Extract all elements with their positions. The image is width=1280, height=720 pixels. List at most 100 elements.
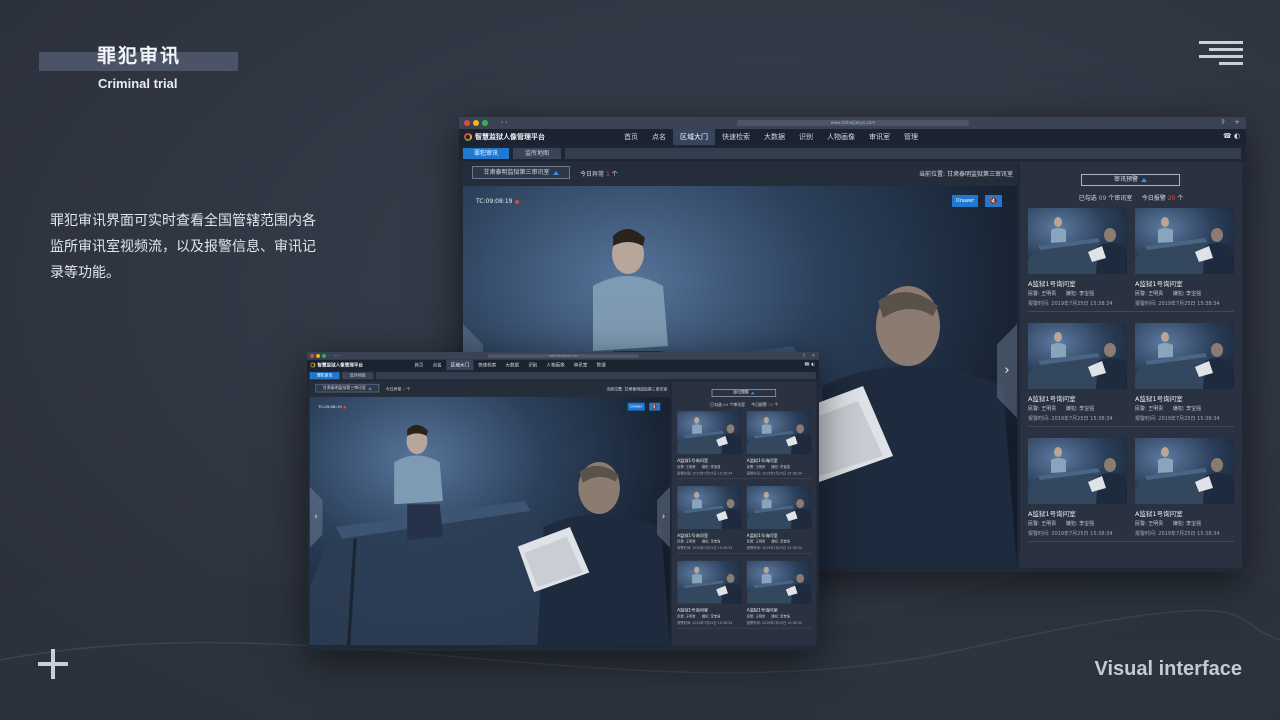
maximize-dot-icon[interactable]: [321, 353, 326, 358]
police-name: 王明贵: [1041, 521, 1057, 527]
timecode-text: TC:09:08:19: [476, 198, 513, 205]
camera-thumbnail[interactable]: [746, 560, 812, 604]
police-label: 民警:: [746, 540, 755, 544]
abnormal-label: 今日异常: [385, 387, 402, 392]
minimize-dot-icon[interactable]: [473, 120, 479, 126]
nav-item-active[interactable]: 区域大门: [673, 129, 715, 145]
camera-thumbnail[interactable]: [1028, 438, 1127, 504]
new-tab-icon[interactable]: +: [811, 353, 815, 358]
alarm-card[interactable]: A监狱1号询问室 民警: 王明贵 嫌犯: 李宝强 报警时间: 2019年7月25日 …: [746, 411, 812, 481]
camera-thumbnail[interactable]: [677, 486, 742, 529]
nav-item[interactable]: 快速检索: [474, 360, 501, 370]
alarm-card[interactable]: A监狱1号询问室 民警: 王明贵 嫌犯: 李宝强 报警时间: 2019年7月25日 …: [677, 486, 812, 556]
nav-item[interactable]: 点名: [428, 360, 446, 370]
user-avatar-icon[interactable]: ☎ ◐: [1223, 132, 1240, 140]
video-stream[interactable]: TC:09:08:19 Drawer 🔇 ‹ ›: [309, 396, 671, 646]
share-icon[interactable]: ⇪: [802, 353, 806, 358]
alarm-card[interactable]: A监狱1号询问室 民警: 王明贵 嫌犯: 李宝强 报警时间: 2019年7月25日 …: [1135, 208, 1234, 316]
minimize-dot-icon[interactable]: [316, 353, 321, 358]
browser-nav-arrows-icon[interactable]: ‹ ›: [334, 353, 343, 358]
room-select[interactable]: 甘肃泰明监狱第三审讯室: [472, 166, 570, 179]
criminal-name: 李宝强: [1186, 291, 1202, 297]
alarm-dropdown-button[interactable]: 审讯预警: [1081, 174, 1180, 186]
nav-item[interactable]: 首页: [617, 129, 645, 145]
nav-item[interactable]: 管理: [897, 129, 925, 145]
nav-item[interactable]: 识别: [792, 129, 820, 145]
camera-thumbnail[interactable]: [1135, 438, 1234, 504]
nav-item[interactable]: 人物画像: [542, 360, 569, 370]
drawer-button[interactable]: Drawer: [627, 402, 645, 411]
tab-prison-map[interactable]: 监所地图: [513, 148, 561, 159]
nav-item-active[interactable]: 区域大门: [446, 359, 474, 371]
camera-thumbnail[interactable]: [1028, 208, 1127, 274]
camera-thumbnail[interactable]: [746, 411, 812, 455]
alarm-time-label: 报警时间:: [677, 546, 692, 551]
alarm-card[interactable]: A监狱1号询问室 民警: 王明贵 嫌犯: 李宝强 报警时间: 2019年7月25日 …: [746, 486, 812, 556]
maximize-dot-icon[interactable]: [482, 120, 488, 126]
nav-item[interactable]: 点名: [645, 129, 673, 145]
alarm-card[interactable]: A监狱1号询问室 民警: 王明贵 嫌犯: 李宝强 报警时间: 2019年7月25日 …: [677, 411, 812, 481]
card-title: A监狱1号询问室: [1028, 395, 1076, 403]
new-tab-icon[interactable]: +: [1234, 118, 1240, 126]
camera-thumbnail[interactable]: [1028, 323, 1127, 389]
camera-thumbnail[interactable]: [1135, 208, 1234, 274]
police-label: 民警:: [1135, 291, 1147, 297]
camera-thumbnail[interactable]: [677, 411, 742, 455]
share-icon[interactable]: ⇪: [1220, 118, 1226, 126]
tab-bar-fill: [565, 148, 1241, 159]
alarm-dropdown-button[interactable]: 审讯预警: [711, 389, 777, 397]
selected-unit: 个审讯室: [1108, 195, 1133, 202]
nav-item[interactable]: 大数据: [501, 360, 524, 370]
tab-criminal-trial[interactable]: 罪犯审讯: [463, 148, 509, 159]
police-name: 王明贵: [1148, 291, 1164, 297]
drawer-button[interactable]: Drawer: [952, 195, 978, 207]
criminal-label: 嫌犯:: [1065, 291, 1078, 297]
url-bar[interactable]: www.zhihuijianyu.com: [737, 120, 969, 126]
alarm-card[interactable]: A监狱1号询问室 民警: 王明贵 嫌犯: 李宝强 报警时间: 2019年7月25日 …: [1135, 438, 1234, 546]
tab-criminal-trial[interactable]: 罪犯审讯: [309, 372, 340, 380]
camera-thumbnail[interactable]: [677, 560, 742, 604]
today-unit: 个: [774, 402, 779, 408]
nav-item[interactable]: 管理: [592, 360, 610, 370]
slide-subtitle: Criminal trial: [98, 76, 178, 91]
alarm-card[interactable]: A监狱1号询问室 民警: 王明贵 嫌犯: 李宝强 报警时间: 2019年7月25日 …: [1135, 323, 1234, 431]
camera-thumbnail[interactable]: [1135, 323, 1234, 389]
camera-thumbnail[interactable]: [746, 486, 812, 529]
card-people: 民警: 王明贵 嫌犯: 李宝强: [1135, 290, 1201, 297]
nav-item[interactable]: 首页: [410, 360, 428, 370]
nav-item[interactable]: 大数据: [757, 129, 792, 145]
alarm-card[interactable]: A监狱1号询问室 民警: 王明贵 嫌犯: 李宝强 报警时间: 2019年7月25日 …: [1028, 438, 1234, 546]
nav-item[interactable]: 审讯室: [569, 360, 592, 370]
speaker-mute-icon[interactable]: 🔇: [649, 402, 661, 411]
nav-item[interactable]: 人物画像: [820, 129, 862, 145]
room-select[interactable]: 甘肃泰明监狱第三审讯室: [315, 383, 380, 393]
card-people: 民警: 王明贵 嫌犯: 李宝强: [677, 465, 720, 469]
card-people: 民警: 王明贵 嫌犯: 李宝强: [747, 465, 790, 469]
nav-item[interactable]: 审讯室: [862, 129, 897, 145]
alarm-card[interactable]: A监狱1号询问室 民警: 王明贵 嫌犯: 李宝强 报警时间: 2019年7月25日 …: [1028, 208, 1234, 316]
url-bar[interactable]: www.zhihuijianyu.com: [487, 353, 639, 358]
nav-item[interactable]: 快速检索: [715, 129, 757, 145]
user-avatar-icon[interactable]: ☎ ◐: [804, 362, 815, 367]
tab-prison-map[interactable]: 监所地图: [342, 372, 374, 380]
slide-title: 罪犯审讯: [97, 45, 182, 67]
menu-icon[interactable]: [1199, 41, 1243, 65]
card-time: 报警时间: 2019年7月25日 15:38:34: [677, 621, 732, 625]
alarm-card[interactable]: A监狱1号询问室 民警: 王明贵 嫌犯: 李宝强 报警时间: 2019年7月25日 …: [677, 560, 812, 631]
alarm-card[interactable]: A监狱1号询问室 民警: 王明贵 嫌犯: 李宝强 报警时间: 2019年7月25日 …: [1028, 323, 1234, 431]
browser-nav-arrows-icon[interactable]: ‹ ›: [501, 119, 515, 127]
alarm-time-label: 报警时间:: [1135, 416, 1157, 422]
close-dot-icon[interactable]: [310, 353, 315, 358]
abnormal-number: 1: [402, 387, 406, 392]
police-label: 民警:: [1028, 406, 1040, 412]
alarm-time-label: 报警时间:: [1028, 416, 1050, 422]
card-title: A监狱1号询问室: [746, 532, 778, 539]
today-label: 今日报警: [751, 402, 767, 408]
alarm-summary: 已勾选 09 个审讯室 今日报警 20 个: [672, 401, 816, 408]
alarm-card[interactable]: A监狱1号询问室 民警: 王明贵 嫌犯: 李宝强 报警时间: 2019年7月25日 …: [746, 560, 812, 631]
speaker-mute-icon[interactable]: 🔇: [985, 195, 1002, 207]
room-select-value: 甘肃泰明监狱第三审讯室: [483, 169, 550, 176]
nav-item[interactable]: 识别: [524, 360, 542, 370]
alarm-time: 2019年7月25日 15:38:34: [1158, 531, 1220, 537]
close-dot-icon[interactable]: [464, 120, 470, 126]
